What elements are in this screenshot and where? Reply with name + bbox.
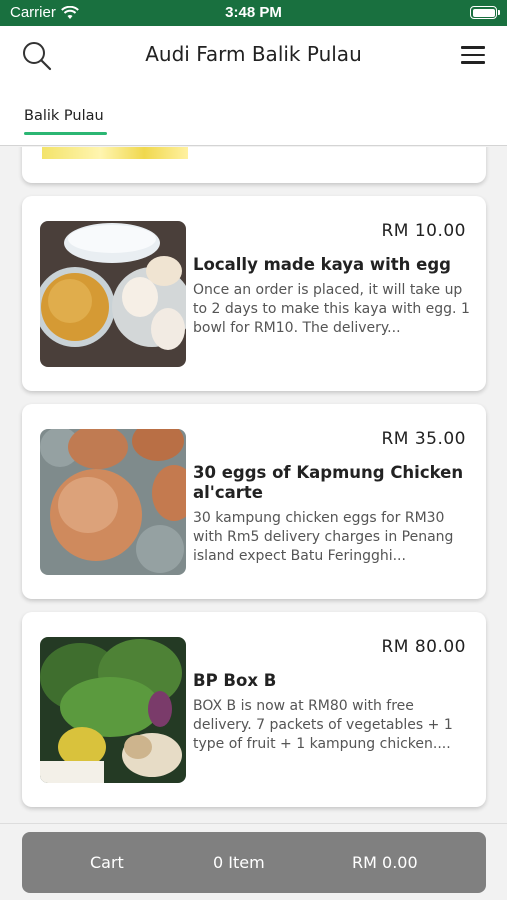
hamburger-menu-icon[interactable] bbox=[461, 46, 485, 64]
product-description: 30 kampung chicken eggs for RM30 with Rm… bbox=[193, 510, 454, 564]
page-title: Audi Farm Balik Pulau bbox=[145, 42, 362, 66]
clock: 3:48 PM bbox=[225, 4, 282, 21]
product-card[interactable]: RM 10.00 Locally made kaya with egg Once… bbox=[22, 196, 486, 391]
product-image bbox=[40, 221, 186, 367]
product-price: RM 35.00 bbox=[381, 429, 466, 449]
product-price: RM 10.00 bbox=[381, 221, 466, 241]
product-card[interactable]: RM 80.00 BP Box B BOX B is now at RM80 w… bbox=[22, 612, 486, 807]
product-image bbox=[40, 637, 186, 783]
product-name: 30 eggs of Kapmung Chicken al'carte bbox=[193, 463, 464, 502]
cart-item-count: 0 Item bbox=[213, 853, 265, 872]
cart-total: RM 0.00 bbox=[352, 853, 418, 872]
bottom-bar: Cart 0 Item RM 0.00 bbox=[0, 823, 507, 900]
tab-active-indicator bbox=[24, 132, 107, 135]
cart-button[interactable]: Cart 0 Item RM 0.00 bbox=[22, 832, 486, 893]
product-description: Once an order is placed, it will take up… bbox=[193, 282, 470, 336]
tab-balik-pulau[interactable]: Balik Pulau bbox=[24, 108, 104, 124]
product-image bbox=[42, 147, 188, 159]
cart-label: Cart bbox=[90, 853, 124, 872]
product-name: BP Box B bbox=[193, 671, 277, 690]
product-name: Locally made kaya with egg bbox=[193, 255, 451, 274]
product-card[interactable] bbox=[22, 147, 486, 183]
product-card[interactable]: RM 35.00 30 eggs of Kapmung Chicken al'c… bbox=[22, 404, 486, 599]
status-bar: Carrier 3:48 PM bbox=[0, 0, 507, 26]
battery-icon bbox=[470, 6, 500, 19]
product-description: BOX B is now at RM80 with free delivery.… bbox=[193, 698, 453, 752]
product-image bbox=[40, 429, 186, 575]
product-price: RM 80.00 bbox=[381, 637, 466, 657]
product-list[interactable]: RM 10.00 Locally made kaya with egg Once… bbox=[0, 147, 507, 823]
app-header: Audi Farm Balik Pulau Balik Pulau bbox=[0, 26, 507, 146]
